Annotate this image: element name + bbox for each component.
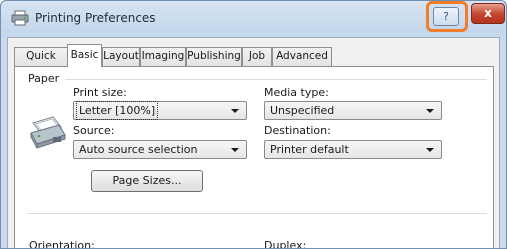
page-sizes-button[interactable]: Page Sizes... [91,170,203,192]
section-divider [27,213,487,214]
chevron-down-icon [426,109,434,113]
tab-advanced[interactable]: Advanced [272,47,332,66]
help-highlight-frame [426,1,468,32]
source-select[interactable]: Auto source selection [73,140,247,159]
window-title: Printing Preferences [35,11,156,25]
source-label: Source: [73,124,115,137]
dialog-client-area: Quick Print Basic Layout Imaging Publish… [7,37,500,249]
tab-publishing[interactable]: Publishing [186,47,242,66]
tab-imaging[interactable]: Imaging [140,47,186,66]
destination-value: Printer default [270,143,349,156]
tab-basic[interactable]: Basic [67,44,102,67]
duplex-label: Duplex: [264,239,307,249]
basic-tab-panel: Paper Print size: Letter [100%] Media ty… [14,66,494,249]
print-size-value: Letter [100%] [75,101,159,120]
media-type-select[interactable]: Unspecified [264,101,442,120]
media-type-value: Unspecified [270,104,335,117]
close-button[interactable]: x [471,3,505,24]
chevron-down-icon [426,148,434,152]
tab-job[interactable]: Job [242,47,272,66]
source-value: Auto source selection [79,143,198,156]
tab-quick-print[interactable]: Quick Print [14,47,68,79]
print-size-select[interactable]: Letter [100%] [73,101,247,120]
tab-strip: Quick Print Basic Layout Imaging Publish… [14,44,494,79]
printer-icon [11,10,29,26]
paper-group-divider [65,79,487,80]
paper-printer-icon [30,116,66,149]
printing-preferences-window: Printing Preferences ? x Quick Print Bas… [0,0,507,249]
paper-group-label: Paper [28,72,60,85]
title-bar: Printing Preferences ? x [1,1,506,37]
chevron-down-icon [231,109,239,113]
destination-label: Destination: [264,124,331,137]
orientation-label: Orientation: [29,239,95,249]
print-size-label: Print size: [73,86,127,99]
chevron-down-icon [231,148,239,152]
destination-select[interactable]: Printer default [264,140,442,159]
media-type-label: Media type: [264,86,329,99]
tab-layout[interactable]: Layout [102,47,140,66]
